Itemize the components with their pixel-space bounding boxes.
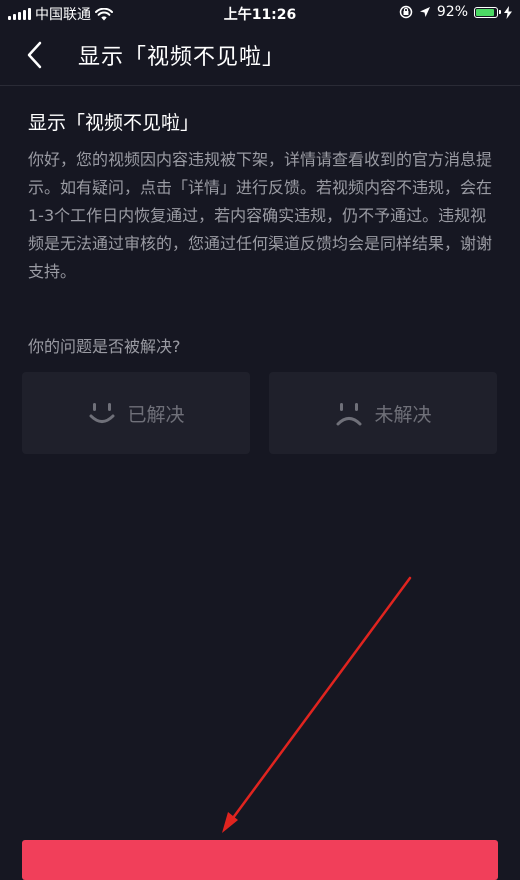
charging-bolt-icon	[504, 5, 512, 19]
feedback-question: 你的问题是否被解决?	[28, 337, 181, 356]
battery-percent: 92%	[436, 4, 468, 20]
status-bar: 中国联通 上午11:26 92%	[0, 0, 520, 27]
chevron-left-icon	[27, 41, 42, 69]
battery-level-fill	[476, 8, 495, 16]
content-title: 显示「视频不见啦」	[28, 112, 200, 134]
nav-bar: 显示「视频不见啦」	[0, 27, 520, 86]
page-title: 显示「视频不见啦」	[78, 45, 286, 70]
unresolved-label: 未解决	[374, 403, 432, 426]
back-button[interactable]	[14, 37, 54, 73]
unresolved-button[interactable]: 未解决	[269, 372, 497, 454]
rotation-lock-icon	[399, 5, 413, 19]
details-button[interactable]	[22, 840, 498, 880]
battery-icon	[474, 6, 501, 18]
content-body: 你好，您的视频因内容违规被下架，详情请查看收到的官方消息提示。如有疑问，点击「详…	[28, 150, 493, 281]
resolved-button[interactable]: 已解决	[22, 372, 250, 454]
smile-face-icon	[89, 403, 115, 423]
status-right: 92%	[399, 4, 512, 20]
frown-face-icon	[336, 403, 362, 426]
location-arrow-icon	[419, 7, 430, 17]
resolved-label: 已解决	[127, 403, 185, 426]
